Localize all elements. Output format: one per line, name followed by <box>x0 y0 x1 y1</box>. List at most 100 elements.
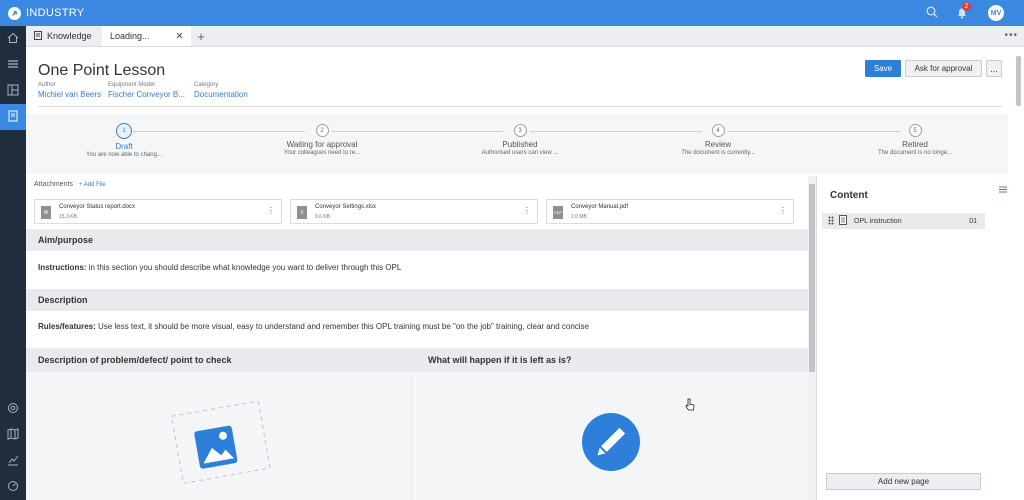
save-button[interactable]: Save <box>865 60 901 77</box>
attachment-card[interactable]: PDF Conveyor Manual.pdf 2.0 MB ⋮ <box>546 199 794 224</box>
step-number: 3 <box>513 124 527 137</box>
image-placeholder-icon[interactable] <box>169 398 275 491</box>
step-description: The document is currently... <box>681 150 755 156</box>
section-header-problem[interactable]: Description of problem/defect/ point to … <box>26 348 416 372</box>
file-size: 9.6 KB <box>315 214 331 220</box>
content-page-item[interactable]: OPL instruction 01 <box>822 213 985 229</box>
edit-pencil-icon[interactable] <box>582 413 640 474</box>
step-number: 2 <box>315 124 329 137</box>
aim-instructions[interactable]: Instructions: in this section you should… <box>38 263 401 272</box>
page-title: One Point Lesson <box>38 62 166 79</box>
add-file-link[interactable]: + Add File <box>79 182 106 188</box>
word-file-icon: W <box>41 206 51 219</box>
add-new-page-button[interactable]: Add new page <box>826 473 981 490</box>
step-number: 4 <box>711 124 725 137</box>
attachments-header: Attachments + Add File <box>34 181 106 188</box>
left-nav-rail <box>0 26 26 500</box>
gauge-icon <box>7 480 19 495</box>
notifications-bell-icon[interactable]: 2 <box>956 2 971 20</box>
nav-gauge[interactable] <box>0 474 26 500</box>
problem-image-pane[interactable] <box>26 372 415 500</box>
instructions-text: in this section you should describe what… <box>86 263 402 272</box>
step-description: Authorised users can view ... <box>481 150 559 156</box>
step-review[interactable]: 4 Review The document is currently... <box>663 124 773 156</box>
rules-text: Use less text, it should be more visual,… <box>95 322 589 331</box>
kebab-menu-icon[interactable]: ⋮ <box>779 206 787 215</box>
page-icon <box>839 215 847 227</box>
section-header-consequence[interactable]: What will happen if it is left as is? <box>416 348 808 372</box>
tab-label: Knowledge <box>47 31 92 41</box>
step-name: Retired <box>902 140 928 149</box>
step-description: You are now able to chang... <box>86 152 162 158</box>
kebab-menu-icon[interactable]: ⋮ <box>523 206 531 215</box>
step-name: Published <box>502 140 538 149</box>
document-icon <box>34 30 42 42</box>
user-avatar[interactable]: MV <box>988 5 1004 21</box>
author-label: Author <box>38 82 56 88</box>
nav-settings[interactable] <box>0 396 26 422</box>
app-logo[interactable]: INDUSTRY <box>8 6 84 20</box>
step-draft[interactable]: 1 Draft You are now able to chang... <box>69 123 179 158</box>
content-item-number: 01 <box>969 217 977 225</box>
search-icon[interactable] <box>926 6 938 21</box>
excel-file-icon: X <box>297 206 307 219</box>
author-link[interactable]: Michiel van Beers <box>38 90 101 99</box>
file-name: Conveyor Settings.xlsx <box>315 204 377 210</box>
attachment-card[interactable]: X Conveyor Settings.xlsx 9.6 KB ⋮ <box>290 199 538 224</box>
file-size: 15.3 KB <box>59 214 77 220</box>
description-rules[interactable]: Rules/features: Use less text, it should… <box>38 322 589 331</box>
step-name: Review <box>704 140 732 149</box>
nav-analytics[interactable] <box>0 448 26 474</box>
close-icon[interactable] <box>176 31 183 41</box>
nav-list[interactable] <box>0 52 26 78</box>
list-icon <box>7 58 19 73</box>
step-retired[interactable]: 5 Retired The document is no longe... <box>860 124 970 156</box>
nav-map[interactable] <box>0 422 26 448</box>
menu-icon[interactable] <box>999 184 1007 196</box>
section-header-aim[interactable]: Aim/purpose <box>26 229 808 251</box>
equipment-field: Equipment Model Fischer Conveyor B... <box>108 82 185 99</box>
instructions-label: Instructions: <box>38 263 87 272</box>
document-header: One Point Lesson Author Michiel van Beer… <box>26 47 1008 107</box>
document-body: Attachments + Add File W Conveyor Status… <box>26 176 808 500</box>
step-name: Draft <box>115 142 133 151</box>
page-scrollbar[interactable] <box>1016 56 1021 106</box>
nav-home[interactable] <box>0 26 26 52</box>
kebab-menu-icon[interactable]: ⋮ <box>267 206 275 215</box>
divider <box>38 106 1002 107</box>
file-size: 2.0 MB <box>571 214 587 220</box>
chart-icon <box>7 454 19 469</box>
scrollbar-thumb[interactable] <box>809 184 815 372</box>
drag-handle-icon[interactable] <box>828 216 834 227</box>
content-panel: Content OPL instruction 01 Add new page <box>816 176 992 500</box>
pdf-file-icon: PDF <box>553 206 563 219</box>
content-panel-title: Content <box>830 190 868 201</box>
step-number: 1 <box>116 123 132 139</box>
file-name: Conveyor Status report.docx <box>59 204 136 210</box>
tab-overflow-icon[interactable]: ••• <box>1004 30 1018 41</box>
add-tab-button[interactable]: + <box>191 26 211 46</box>
equipment-link[interactable]: Fischer Conveyor B... <box>108 90 185 99</box>
content-scrollbar[interactable] <box>808 176 816 500</box>
section-header-description[interactable]: Description <box>26 289 808 311</box>
notification-count-badge: 2 <box>962 2 971 11</box>
step-published[interactable]: 3 Published Authorised users can view ..… <box>465 124 575 156</box>
ask-for-approval-button[interactable]: Ask for approval <box>905 60 982 77</box>
dashboard-icon <box>7 84 19 99</box>
category-link[interactable]: Documentation <box>194 90 248 99</box>
step-name: Waiting for approval <box>286 140 358 149</box>
consequence-image-pane[interactable] <box>416 372 808 500</box>
step-waiting-for-approval[interactable]: 2 Waiting for approval Your colleagues n… <box>267 124 377 156</box>
category-label: Category <box>194 82 219 88</box>
attachment-card[interactable]: W Conveyor Status report.docx 15.3 KB ⋮ <box>34 199 282 224</box>
nav-knowledge[interactable] <box>0 104 26 130</box>
gear-icon <box>7 402 19 417</box>
tab-knowledge[interactable]: Knowledge <box>26 26 102 46</box>
content-item-label: OPL instruction <box>854 217 902 225</box>
top-bar: INDUSTRY 2 MV <box>0 0 1024 26</box>
tab-loading[interactable]: Loading... <box>102 26 191 46</box>
nav-dashboard[interactable] <box>0 78 26 104</box>
tab-bar: Knowledge Loading... + ••• <box>26 26 1024 47</box>
more-options-button[interactable]: ... <box>986 60 1002 77</box>
workflow-stepper: 1 Draft You are now able to chang... 2 W… <box>26 114 1008 174</box>
